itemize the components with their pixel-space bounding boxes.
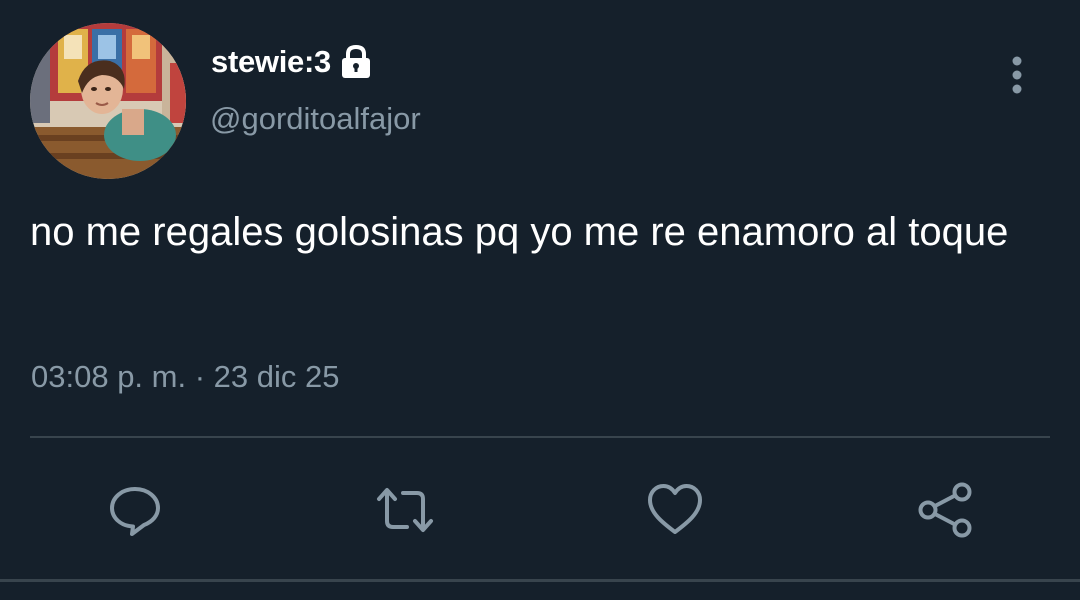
vertical-dots-icon (1012, 56, 1022, 94)
profile-photo (30, 23, 186, 179)
divider (30, 436, 1050, 438)
meta-separator: · (194, 359, 206, 394)
tweet-timestamp: 03:08 p. m. · 23 dic 25 (31, 359, 340, 395)
like-button[interactable] (643, 478, 707, 542)
author-row[interactable]: stewie:3 (211, 40, 373, 84)
retweet-icon (377, 488, 433, 532)
lock-icon (339, 44, 373, 80)
tweet-text: no me regales golosinas pq yo me re enam… (30, 210, 1009, 254)
share-button[interactable] (913, 478, 977, 542)
bottom-divider (0, 579, 1080, 582)
share-icon (918, 482, 972, 538)
more-options-button[interactable] (995, 50, 1039, 100)
tweet-detail-screen: stewie:3 @gorditoalfajor no me regales g… (0, 0, 1080, 600)
speech-bubble-icon (110, 487, 160, 536)
retweet-button[interactable] (373, 478, 437, 542)
avatar[interactable] (30, 23, 186, 179)
tweet-time: 03:08 p. m. (31, 359, 187, 394)
display-name[interactable]: stewie:3 (211, 44, 331, 80)
handle[interactable]: @gorditoalfajor (210, 101, 421, 137)
tweet-date: 23 dic 25 (213, 359, 340, 394)
reply-button[interactable] (103, 478, 167, 542)
heart-icon (648, 484, 702, 534)
